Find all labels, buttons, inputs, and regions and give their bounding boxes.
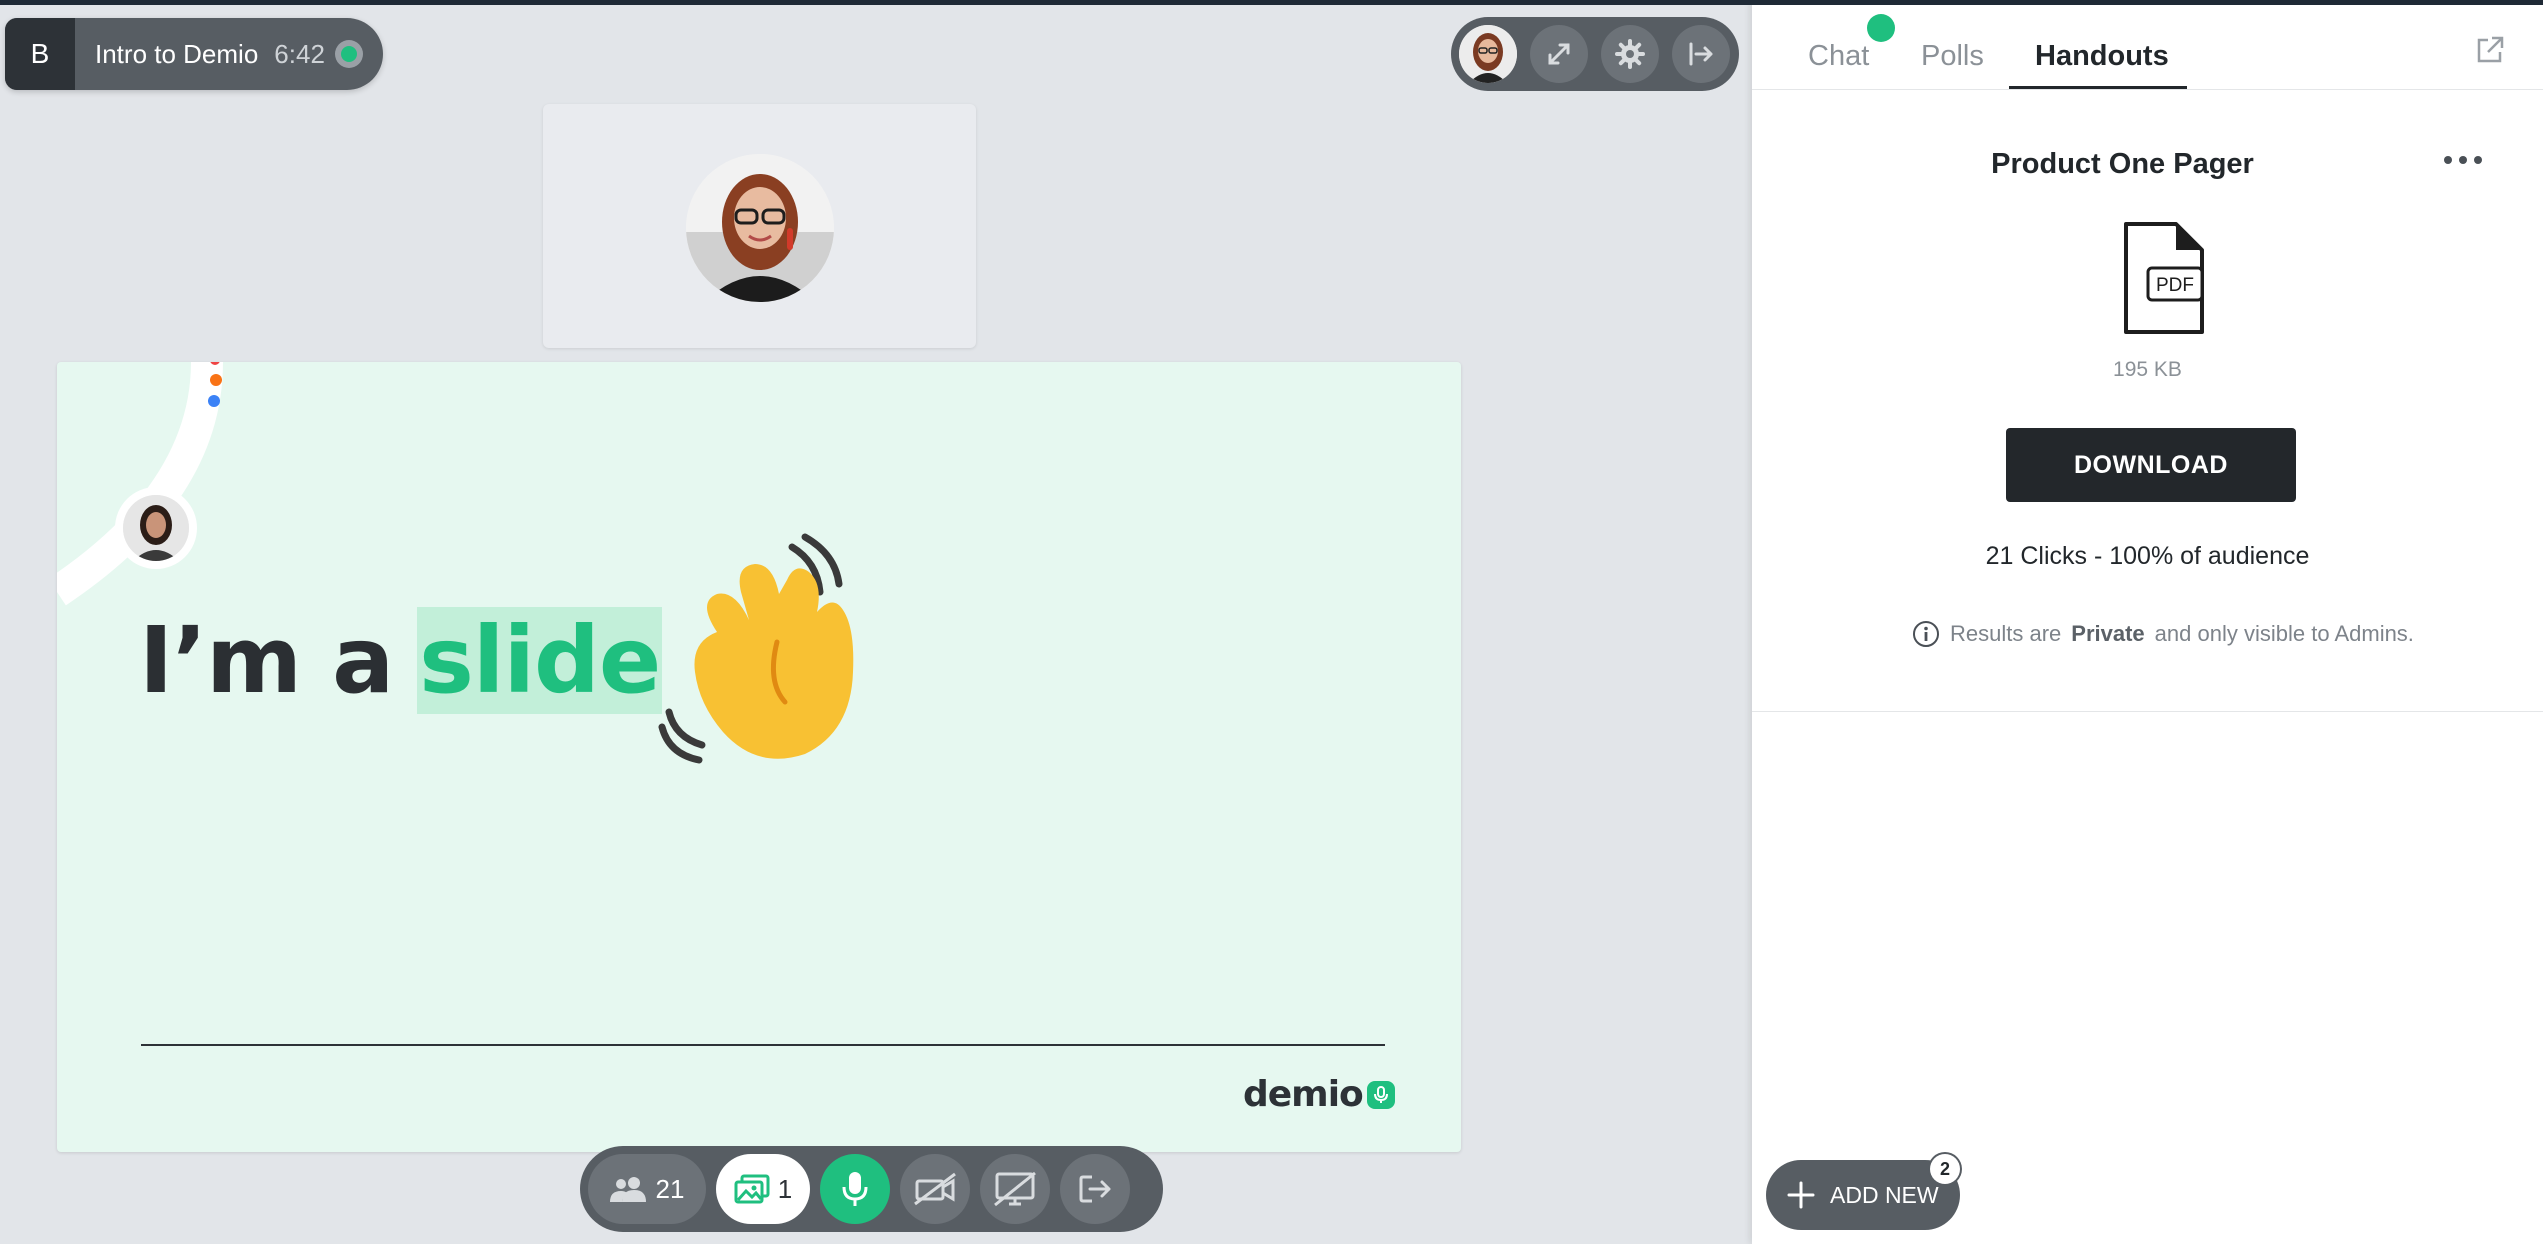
waving-hand-icon: [658, 533, 854, 764]
brand-mic-icon: [1366, 1080, 1395, 1109]
pdf-file-icon: PDF: [2124, 222, 2204, 334]
handout-title: Product One Pager: [1991, 148, 2254, 180]
more-options-icon[interactable]: [2444, 156, 2482, 164]
presenter-avatar: [686, 154, 834, 302]
session-badge: B: [5, 18, 75, 90]
session-title-pill[interactable]: B Intro to Demio 6:42: [5, 18, 383, 90]
webinar-stage: B Intro to Demio 6:42 I’m a slide demio …: [0, 0, 1752, 1244]
privacy-note-suffix: and only visible to Admins.: [2154, 621, 2414, 646]
microphone-button[interactable]: [820, 1154, 890, 1224]
exit-session-icon[interactable]: [1672, 25, 1730, 83]
tab-polls[interactable]: Polls: [1921, 40, 1984, 73]
tab-handouts[interactable]: Handouts: [2035, 40, 2169, 73]
expand-icon[interactable]: [1530, 25, 1588, 83]
plus-icon: [1787, 1181, 1815, 1209]
slide-heading: I’m a slide: [139, 607, 663, 714]
attendee-count: 21: [655, 1173, 685, 1204]
presenter-camera-tile[interactable]: [543, 104, 976, 348]
settings-gear-icon[interactable]: [1601, 25, 1659, 83]
panel-tabs: Chat Polls Handouts: [1752, 0, 2543, 90]
slide-divider: [141, 1044, 1385, 1046]
info-icon: [1913, 621, 1939, 647]
host-avatar[interactable]: [1459, 25, 1517, 83]
add-new-count-badge: 2: [1930, 1154, 1960, 1184]
active-tab-underline: [2009, 86, 2187, 89]
handout-click-stats: 21 Clicks - 100% of audience: [1985, 542, 2310, 570]
chat-notification-dot: [1867, 14, 1895, 42]
brand-wordmark: demio: [1243, 1074, 1364, 1115]
live-indicator-icon: [334, 40, 363, 68]
privacy-note-prefix: Results are: [1950, 621, 2062, 646]
popout-icon[interactable]: [2474, 34, 2506, 66]
slide-presenter-bubble: [115, 487, 197, 569]
bottom-control-bar: 21 1: [580, 1146, 1163, 1232]
leave-icon: [1079, 1175, 1111, 1203]
slide-brand-logo: demio: [1243, 1074, 1395, 1115]
handout-file-size: 195 KB: [2113, 358, 2182, 381]
side-panel: Chat Polls Handouts Product One Pager PD…: [1752, 0, 2543, 1244]
slides-image-icon: [734, 1174, 770, 1204]
camera-off-icon: [914, 1172, 956, 1206]
top-accent-line: [0, 0, 2543, 5]
camera-off-button[interactable]: [900, 1154, 970, 1224]
slide-heading-text: I’m a: [139, 607, 394, 714]
slides-count: 1: [777, 1173, 793, 1204]
download-button[interactable]: DOWNLOAD: [2006, 428, 2296, 502]
people-icon: [609, 1177, 646, 1202]
privacy-note: Results are Private and only visible to …: [1912, 620, 2414, 648]
privacy-note-bold: Private: [2071, 621, 2145, 646]
pdf-label: PDF: [2156, 275, 2194, 296]
attendees-button[interactable]: 21: [588, 1154, 706, 1224]
top-controls: [1451, 17, 1739, 91]
leave-button[interactable]: [1060, 1154, 1130, 1224]
handout-card: Product One Pager PDF 195 KB DOWNLOAD 21…: [1752, 90, 2543, 712]
slide-heading-highlight: slide: [417, 607, 663, 714]
add-new-label: ADD NEW: [1830, 1181, 1939, 1208]
slides-button[interactable]: 1: [716, 1154, 810, 1224]
screen-share-button[interactable]: [980, 1154, 1050, 1224]
session-title: Intro to Demio: [95, 38, 259, 69]
screen-share-off-icon: [994, 1171, 1036, 1207]
session-timer: 6:42: [274, 38, 325, 69]
microphone-icon: [842, 1172, 868, 1206]
tab-chat[interactable]: Chat: [1808, 40, 1869, 73]
presentation-slide: I’m a slide demio: [57, 362, 1461, 1152]
